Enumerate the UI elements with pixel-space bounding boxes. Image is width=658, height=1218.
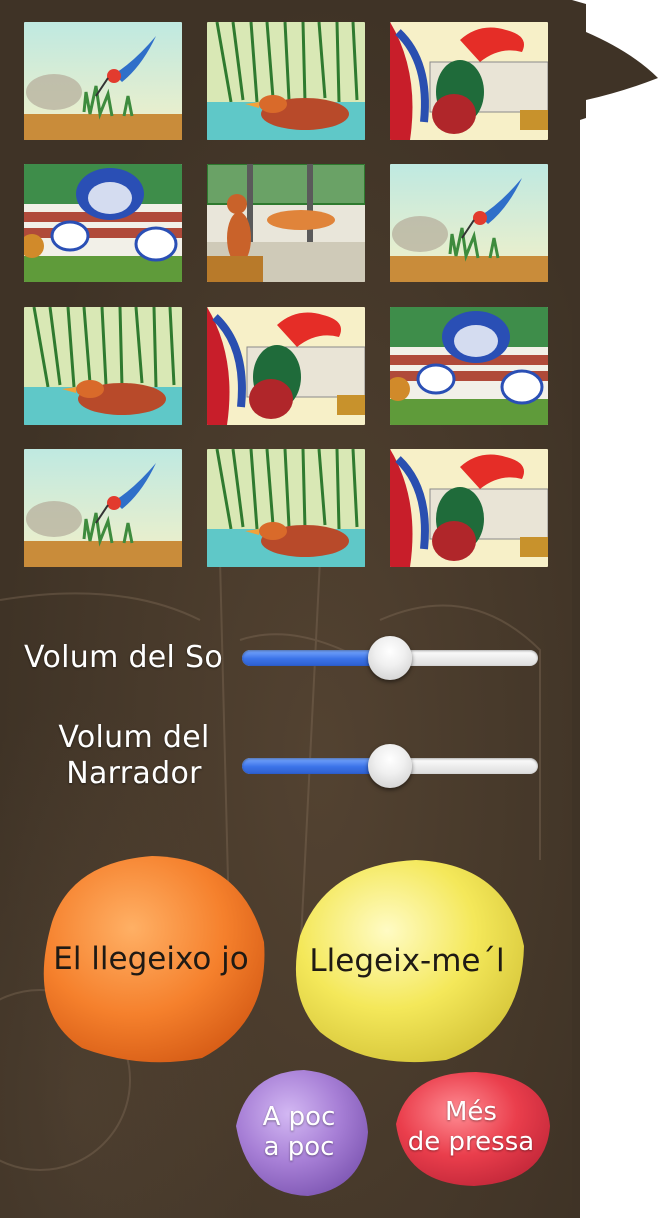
slider-knob[interactable] (368, 744, 412, 788)
scene-image (207, 164, 365, 282)
scene-image (207, 449, 365, 567)
scene-image (207, 22, 365, 140)
narrator-volume-label-line1: Volum del (58, 720, 210, 755)
scene-image (390, 449, 548, 567)
read-to-me-button[interactable]: Llegeix-me´l (286, 856, 528, 1066)
scene-image (24, 449, 182, 567)
slider-knob[interactable] (368, 636, 412, 680)
narrator-volume-slider[interactable] (242, 744, 542, 788)
scene-thumbnail-cows[interactable] (390, 307, 548, 425)
scene-thumbnail-duck[interactable] (207, 22, 365, 140)
scene-thumbnail-cats[interactable] (207, 164, 365, 282)
scene-image (24, 307, 182, 425)
fast-speed-label-line2: de pressa (407, 1127, 535, 1157)
read-myself-button[interactable]: El llegeixo jo (32, 852, 270, 1066)
scene-image (390, 164, 548, 282)
fast-speed-label-line1: Més (445, 1097, 497, 1127)
narrator-volume-label-line2: Narrador (66, 756, 202, 791)
scene-thumbnail-bird[interactable] (390, 164, 548, 282)
sound-volume-label: Volum del So (24, 640, 224, 675)
scene-thumbnail-bird[interactable] (24, 22, 182, 140)
slow-speed-label-line2: a poc (263, 1132, 335, 1162)
scene-thumbnail-rooster[interactable] (207, 307, 365, 425)
slow-speed-button[interactable]: A poc a poc (228, 1066, 370, 1198)
slow-speed-label: A poc a poc (263, 1102, 336, 1162)
scene-image (390, 22, 548, 140)
scene-thumbnail-rooster[interactable] (390, 449, 548, 567)
scene-thumbnail-bird[interactable] (24, 449, 182, 567)
narrator-volume-label: Volum del Narrador (34, 720, 234, 792)
scene-thumbnail-cows[interactable] (24, 164, 182, 282)
scene-image (24, 164, 182, 282)
slow-speed-label-line1: A poc (262, 1102, 336, 1132)
scene-thumbnail-rooster[interactable] (390, 22, 548, 140)
fast-speed-button[interactable]: Més de pressa (390, 1066, 552, 1188)
scene-thumbnail-duck[interactable] (207, 449, 365, 567)
panel-edge (572, 140, 580, 1218)
read-to-me-label: Llegeix-me´l (309, 943, 505, 979)
scene-image (390, 307, 548, 425)
scene-image (207, 307, 365, 425)
sound-volume-slider[interactable] (242, 636, 542, 680)
fast-speed-label: Més de pressa (408, 1097, 534, 1157)
scene-image (24, 22, 182, 140)
scene-thumbnail-duck[interactable] (24, 307, 182, 425)
read-myself-label: El llegeixo jo (53, 941, 249, 977)
panel-flag-tab (572, 0, 658, 140)
